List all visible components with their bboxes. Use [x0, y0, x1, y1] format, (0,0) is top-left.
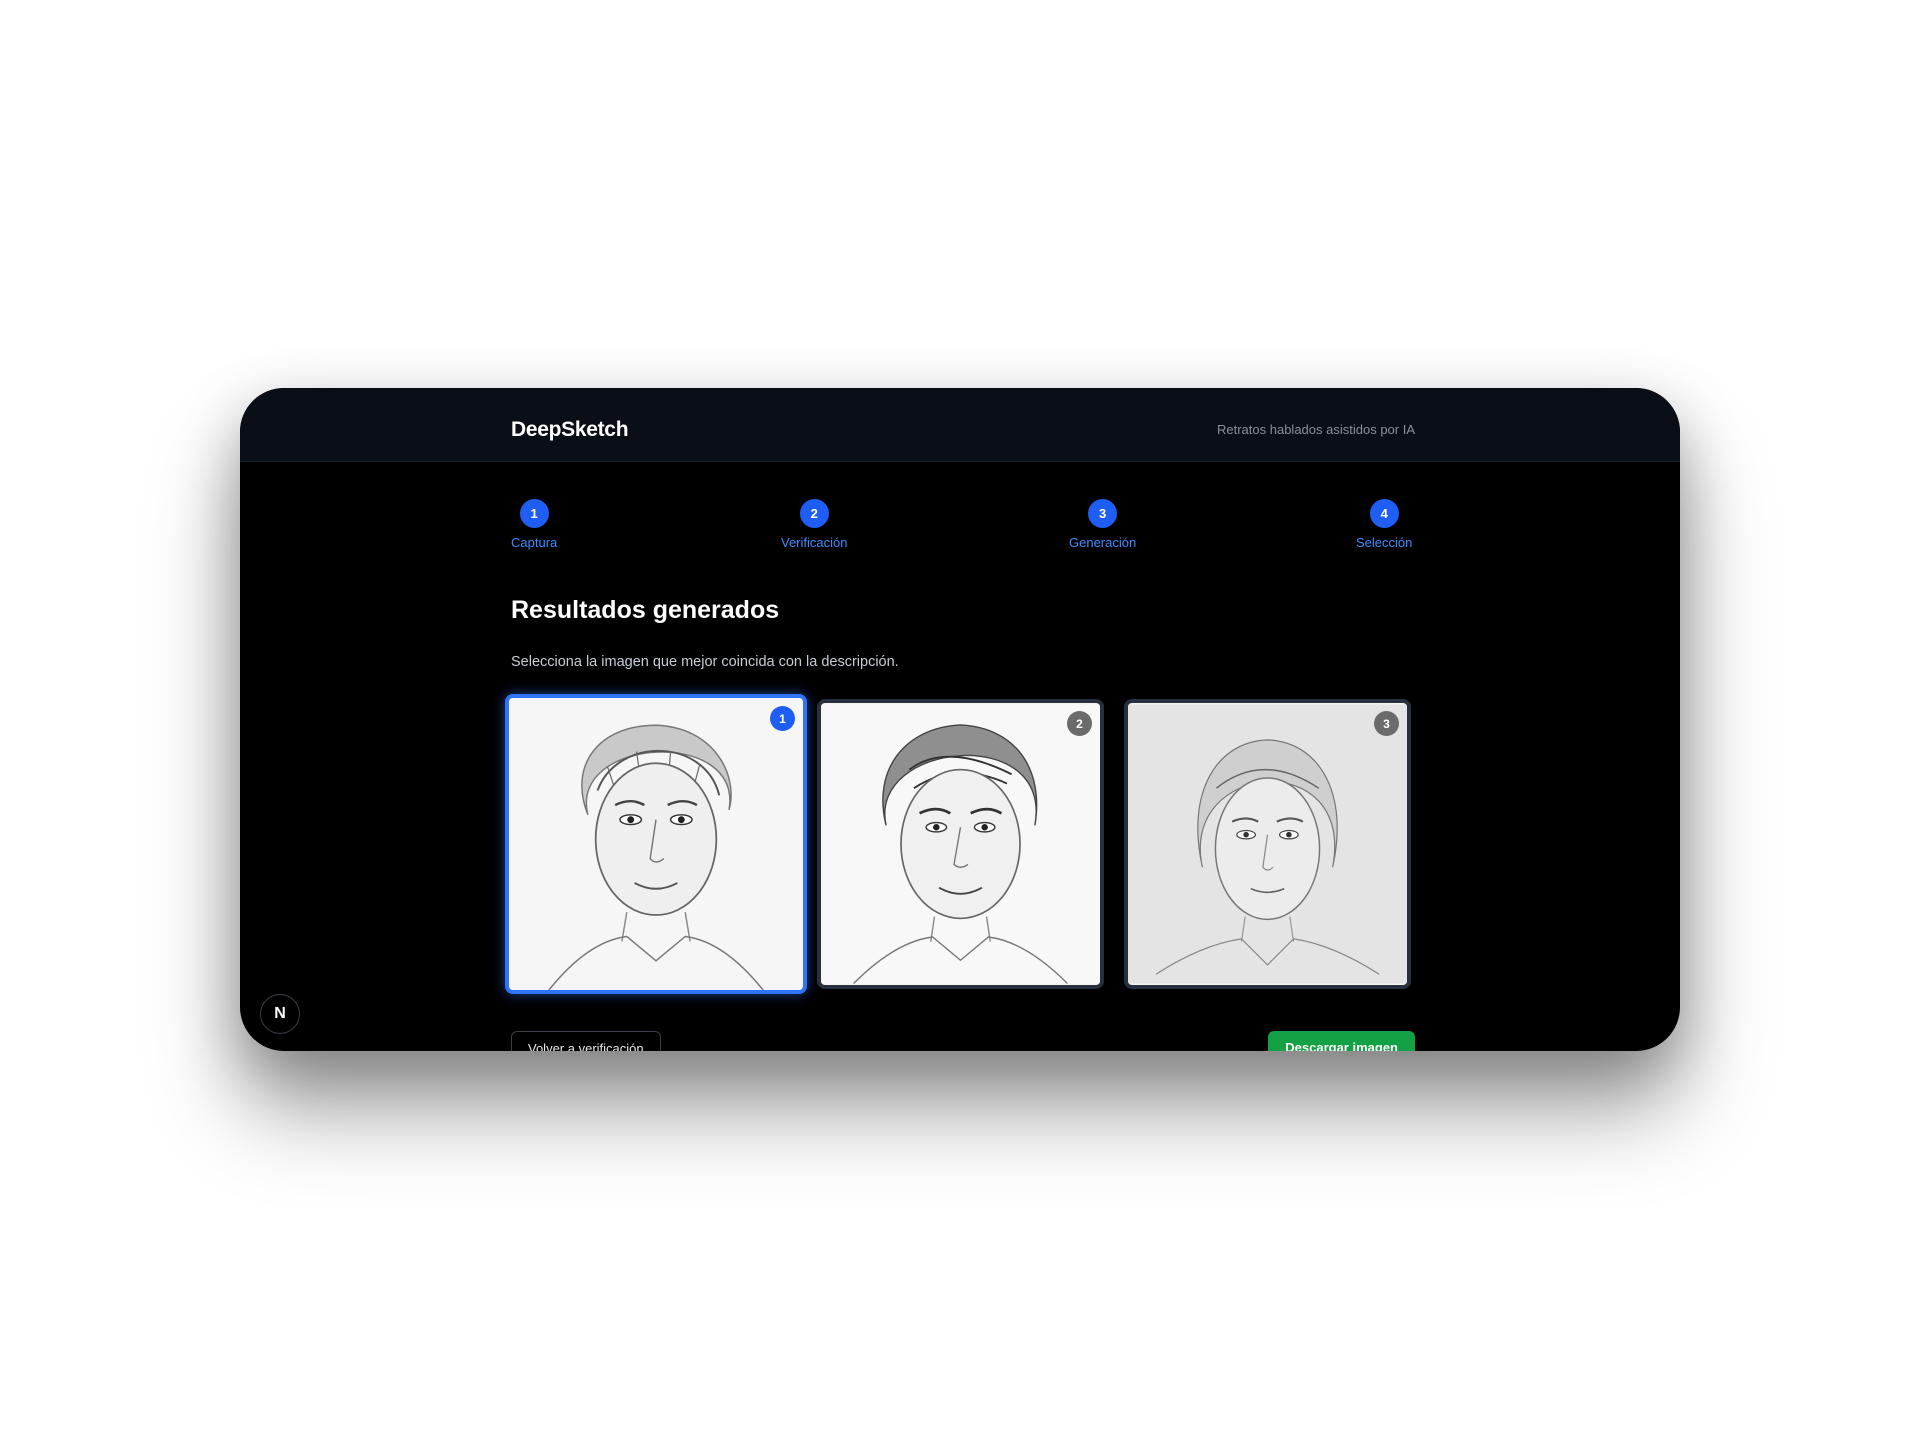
step-label: Captura	[511, 535, 558, 550]
step-number: 2	[799, 499, 829, 528]
step-number: 3	[1088, 499, 1118, 528]
page-title: Resultados generados	[511, 596, 780, 624]
dev-indicator-button[interactable]: N	[260, 994, 300, 1034]
top-header: DeepSketch Retratos hablados asistidos p…	[240, 388, 1680, 462]
download-image-button[interactable]: Descargar imagen	[1268, 1031, 1415, 1051]
sketch-portrait-image	[1128, 704, 1407, 984]
app-window: DeepSketch Retratos hablados asistidos p…	[240, 388, 1680, 1051]
step-label: Verificación	[781, 535, 848, 550]
selection-badge: 2	[1067, 711, 1092, 736]
result-image-card-1[interactable]: 1	[505, 694, 807, 994]
stepper-step-2: 2 Verificación	[781, 499, 847, 550]
selection-badge: 1	[770, 706, 795, 731]
page-instruction: Selecciona la imagen que mejor coincida …	[511, 654, 899, 670]
result-image-card-3[interactable]: 3	[1124, 699, 1411, 989]
step-number: 1	[519, 499, 549, 528]
sketch-portrait-image	[510, 698, 802, 990]
back-to-verification-button[interactable]: Volver a verificación	[511, 1031, 661, 1051]
step-label: Selección	[1356, 535, 1413, 550]
stepper-step-4: 4 Selección	[1356, 499, 1412, 550]
brand-tagline: Retratos hablados asistidos por IA	[1217, 422, 1415, 437]
brand-logo[interactable]: DeepSketch	[511, 418, 629, 442]
result-image-card-2[interactable]: 2	[817, 699, 1104, 989]
stepper-step-1: 1 Captura	[511, 499, 557, 550]
stepper-step-3: 3 Generación	[1069, 499, 1136, 550]
sketch-portrait-image	[821, 704, 1100, 984]
step-label: Generación	[1069, 535, 1137, 550]
step-number: 4	[1369, 499, 1399, 528]
selection-badge: 3	[1374, 711, 1399, 736]
